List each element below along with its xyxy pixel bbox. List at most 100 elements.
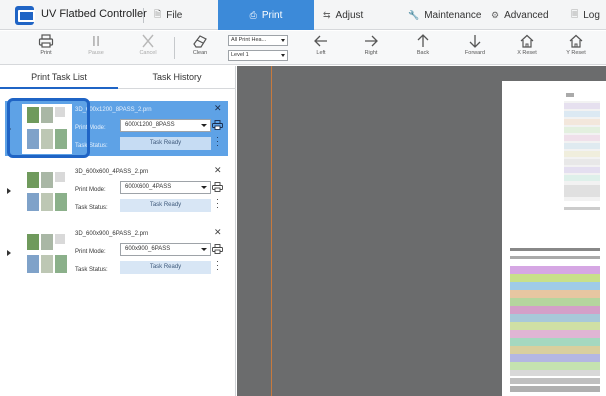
eraser-icon [193, 35, 207, 48]
expand-arrow-icon[interactable] [7, 188, 11, 194]
file-icon: 🗎 [154, 9, 162, 19]
left-label: Left [316, 50, 326, 56]
print-mode-value: 600X1200_8PASS [125, 122, 175, 128]
print-mode-select[interactable]: 600X1200_8PASS [120, 119, 211, 132]
menu-print-label: Print [261, 9, 283, 21]
move-back-button[interactable]: Back [403, 33, 443, 63]
printer-icon[interactable] [212, 120, 223, 130]
menu-adjust[interactable]: ⇆ Adjust [323, 0, 363, 30]
print-mode-label: Print Mode: [75, 249, 106, 255]
app-logo-icon [15, 6, 35, 25]
x-reset-label: X Reset [517, 50, 537, 56]
app-window: UV Flatbed Controller 🗎 File ⎙ Print ⇆ A… [0, 0, 606, 396]
chevron-down-icon [281, 54, 285, 57]
pause-icon [93, 36, 99, 46]
chevron-down-icon [281, 39, 285, 42]
menu-print[interactable]: ⎙ Print [218, 0, 314, 30]
move-right-button[interactable]: Right [351, 33, 391, 63]
task-item[interactable]: 3D_600x600_4PASS_2.prn Print Mode: 600X6… [5, 163, 228, 218]
forward-label: Forward [464, 50, 486, 56]
print-head-select-value: All Print Hea... [231, 37, 267, 43]
menu-advanced-label: Advanced [504, 9, 549, 21]
print-head-select[interactable]: All Print Hea... [228, 35, 288, 46]
tab-task-history[interactable]: Task History [118, 66, 236, 89]
menu-bar: UV Flatbed Controller 🗎 File ⎙ Print ⇆ A… [0, 0, 606, 30]
more-options-icon[interactable]: · · · [216, 195, 219, 212]
print-mode-label: Print Mode: [75, 187, 106, 193]
expand-arrow-icon[interactable] [7, 250, 11, 256]
test-pattern-image [510, 93, 600, 392]
menu-file-label: File [166, 9, 183, 21]
y-reset-label: Y Reset [566, 50, 586, 56]
maintenance-icon: 🔧 [408, 9, 420, 20]
task-name: 3D_600x600_4PASS_2.prn [75, 169, 149, 175]
close-icon[interactable]: ✕ [214, 103, 222, 114]
cancel-icon [142, 34, 154, 48]
clean-button-label: Clean [192, 50, 208, 56]
print-media-preview [502, 81, 606, 396]
y-reset-button[interactable]: Y Reset [556, 33, 596, 63]
log-icon: 🗏 [571, 9, 579, 19]
task-status-label: Task Status: [75, 267, 108, 273]
menu-log-label: Log [583, 9, 600, 21]
more-options-icon[interactable]: · · · [216, 257, 219, 274]
advanced-icon: ⚙ [491, 9, 500, 20]
task-status-label: Task Status: [75, 205, 108, 211]
printer-icon [38, 34, 54, 48]
task-thumbnail [22, 228, 72, 278]
print-button[interactable]: Print [26, 33, 66, 63]
print-mode-select[interactable]: 600x900_6PASS [120, 243, 211, 256]
print-mode-select[interactable]: 600X600_4PASS [120, 181, 211, 194]
tab-print-task-list-label: Print Task List [31, 72, 87, 82]
move-left-button[interactable]: Left [301, 33, 341, 63]
pause-button-label: Pause [88, 50, 104, 56]
menu-advanced[interactable]: ⚙ Advanced [491, 0, 549, 30]
tab-task-history-label: Task History [152, 72, 202, 82]
move-forward-button[interactable]: Forward [455, 33, 495, 63]
pause-button[interactable]: Pause [76, 33, 116, 63]
clean-button[interactable]: Clean [180, 33, 220, 63]
task-status-badge: Task Ready [120, 261, 211, 274]
arrow-down-icon [469, 35, 481, 48]
menu-divider [143, 8, 144, 23]
arrow-right-icon [365, 35, 378, 47]
print-origin-line [271, 66, 272, 396]
print-icon: ⎙ [249, 9, 257, 20]
menu-maintenance-label: Maintenance [424, 9, 482, 21]
arrow-left-icon [314, 35, 327, 47]
print-button-label: Print [40, 50, 52, 56]
toolbar: Print Pause Cancel Clean All Print Hea..… [0, 31, 606, 65]
task-name: 3D_600x900_6PASS_2.prn [75, 231, 149, 237]
chevron-down-icon [201, 186, 207, 189]
task-status-badge: Task Ready [120, 199, 211, 212]
printer-icon[interactable] [212, 244, 223, 254]
close-icon[interactable]: ✕ [214, 165, 222, 176]
cancel-button[interactable]: Cancel [128, 33, 168, 63]
x-reset-button[interactable]: X Reset [507, 33, 547, 63]
home-icon [569, 34, 583, 48]
more-options-icon[interactable]: · · · [216, 133, 219, 150]
printer-icon[interactable] [212, 182, 223, 192]
print-mode-value: 600x900_6PASS [125, 246, 171, 252]
selected-thumbnail-highlight [7, 98, 90, 158]
app-title: UV Flatbed Controller [41, 8, 147, 20]
tab-print-task-list[interactable]: Print Task List [0, 66, 118, 89]
right-label: Right [364, 50, 378, 56]
print-preview-canvas[interactable] [237, 66, 606, 396]
close-icon[interactable]: ✕ [214, 227, 222, 238]
toolbar-divider [174, 37, 175, 59]
task-item[interactable]: 3D_600x900_6PASS_2.prn Print Mode: 600x9… [5, 225, 228, 280]
print-mode-value: 600X600_4PASS [125, 184, 172, 190]
cancel-button-label: Cancel [139, 50, 157, 56]
menu-file[interactable]: 🗎 File [154, 0, 182, 30]
chevron-down-icon [201, 248, 207, 251]
chevron-down-icon [201, 124, 207, 127]
level-select-value: Level 1 [231, 52, 249, 58]
arrow-up-icon [417, 34, 429, 47]
level-select[interactable]: Level 1 [228, 50, 288, 61]
back-label: Back [416, 50, 430, 56]
task-thumbnail [22, 166, 72, 216]
menu-maintenance[interactable]: 🔧 Maintenance [408, 0, 481, 30]
task-tabs: Print Task List Task History [0, 66, 236, 89]
menu-log[interactable]: 🗏 Log [571, 0, 600, 30]
